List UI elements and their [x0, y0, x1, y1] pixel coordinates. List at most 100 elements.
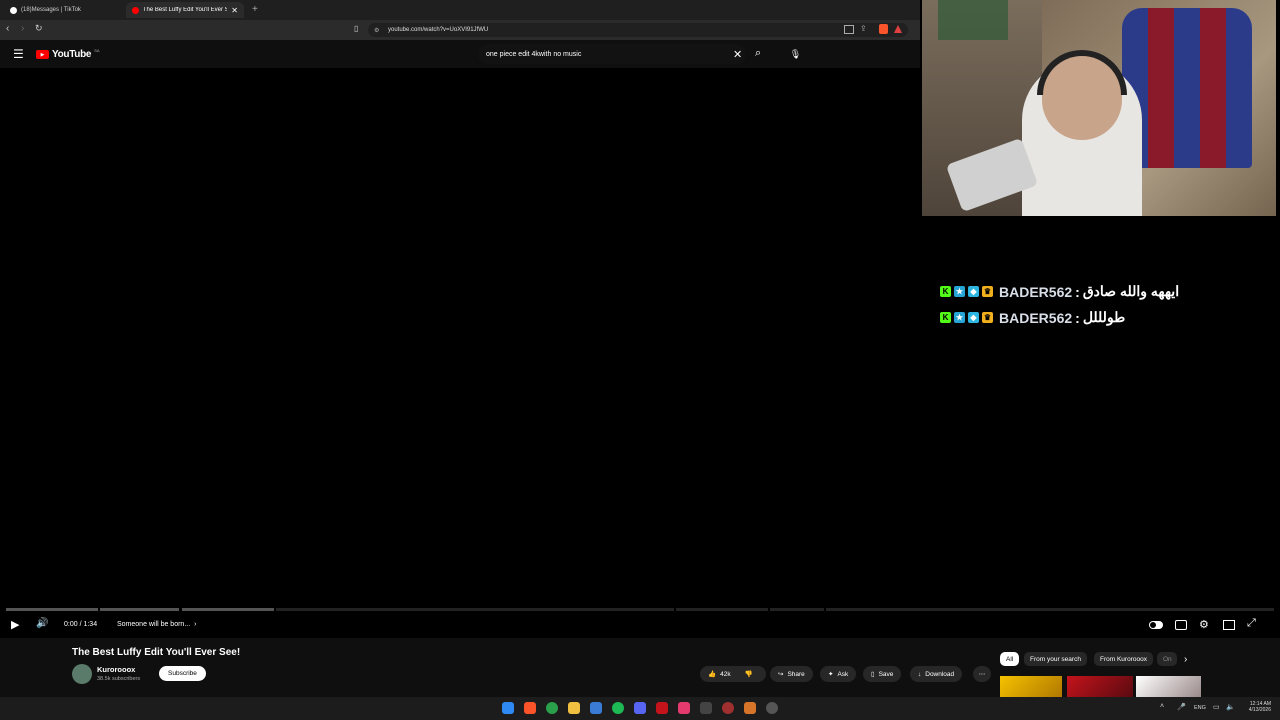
- app-icon[interactable]: [744, 702, 756, 714]
- chapter-segment[interactable]: [770, 608, 824, 611]
- search-input[interactable]: one piece edit 4kwith no music: [478, 44, 746, 64]
- clock[interactable]: 12:14 AM 4/13/2026: [1243, 701, 1271, 713]
- share-button[interactable]: ↪ Share: [770, 666, 813, 682]
- browser-tab-bar: (18)Messages | TikTok The Best Luffy Edi…: [0, 0, 920, 20]
- file-explorer-icon[interactable]: [568, 702, 580, 714]
- autoplay-toggle[interactable]: [1149, 621, 1163, 629]
- menu-icon[interactable]: ☰: [13, 48, 24, 60]
- theater-mode-icon[interactable]: [1223, 620, 1235, 630]
- save-label: Save: [878, 670, 894, 678]
- chapter-button[interactable]: Someone will be born... ›: [117, 621, 197, 628]
- ask-button[interactable]: ✦ Ask: [820, 666, 857, 682]
- app-icon[interactable]: [700, 702, 712, 714]
- brave-browser-icon[interactable]: [524, 702, 536, 714]
- chevron-right-icon[interactable]: ›: [1184, 654, 1187, 665]
- toggle-knob: [1150, 622, 1156, 628]
- chip-more[interactable]: On: [1157, 652, 1177, 666]
- app-icon[interactable]: [656, 702, 668, 714]
- video-title: The Best Luffy Edit You'll Ever See!: [72, 647, 241, 658]
- chat-line: K ★ ◆ ♛ BADER562 : طولللل: [940, 309, 1125, 326]
- thumbnail[interactable]: [1067, 676, 1133, 697]
- tiktok-icon: [10, 6, 17, 14]
- share-icon: ↪: [778, 671, 784, 678]
- media-player-icon[interactable]: [766, 702, 778, 714]
- brave-rewards-icon[interactable]: [894, 25, 902, 33]
- search-value: one piece edit 4kwith no music: [486, 50, 582, 58]
- address-bar-row: ‹ › ↻ ▯ ⚙ youtube.com/watch?v=UoXVI91JfW…: [0, 20, 920, 40]
- save-button[interactable]: ▯ Save: [863, 666, 902, 682]
- vip-badge-icon: ★: [954, 286, 965, 297]
- thumbnail[interactable]: [1136, 676, 1201, 697]
- chapter-segment[interactable]: [676, 608, 768, 611]
- windows-start-icon[interactable]: [502, 702, 514, 714]
- headphones: [1037, 50, 1127, 95]
- spotify-icon[interactable]: [612, 702, 624, 714]
- captions-icon[interactable]: [1175, 620, 1187, 630]
- back-icon[interactable]: ‹: [6, 23, 9, 34]
- youtube-favicon-icon: [132, 6, 139, 14]
- brave-shields-icon[interactable]: [879, 24, 888, 34]
- share-page-icon[interactable]: ⇪: [860, 24, 867, 33]
- clear-search-icon[interactable]: ✕: [733, 48, 742, 61]
- chapter-segment[interactable]: [182, 608, 274, 611]
- discord-icon[interactable]: [634, 702, 646, 714]
- reload-icon[interactable]: ↻: [35, 23, 43, 34]
- chip-from-your-search[interactable]: From your search: [1024, 652, 1087, 666]
- store-icon[interactable]: [590, 702, 602, 714]
- app-icon[interactable]: [722, 702, 734, 714]
- chevron-up-icon[interactable]: ˄: [1160, 703, 1164, 710]
- speaker-icon[interactable]: 🔈: [1226, 703, 1235, 711]
- settings-icon[interactable]: ⚙: [1199, 618, 1209, 631]
- network-icon[interactable]: ▭: [1213, 703, 1220, 711]
- chip-all[interactable]: All: [1000, 652, 1020, 666]
- pip-icon[interactable]: [844, 25, 854, 34]
- volume-icon[interactable]: 🔊: [36, 618, 48, 629]
- url-field[interactable]: ⚙ youtube.com/watch?v=UoXVI91JfWU: [368, 23, 908, 37]
- more-icon: ⋯: [978, 671, 986, 678]
- tab-tiktok[interactable]: (18)Messages | TikTok: [4, 2, 124, 18]
- chapter-segment[interactable]: [100, 608, 179, 611]
- thumbnail[interactable]: [1000, 676, 1062, 697]
- language-indicator[interactable]: ENG: [1194, 705, 1206, 711]
- chip-from-channel[interactable]: From Kurorooox: [1094, 652, 1153, 666]
- fullscreen-icon[interactable]: ⤢: [1247, 617, 1256, 630]
- tab-youtube[interactable]: The Best Luffy Edit You'll Ever Se ✕: [126, 2, 244, 18]
- bookmark-icon: ▯: [871, 671, 875, 678]
- chat-username: BADER562: [999, 309, 1073, 326]
- search-icon[interactable]: ⌕: [755, 47, 761, 60]
- chapter-segment[interactable]: [826, 608, 1274, 611]
- chat-separator: :: [1075, 283, 1080, 300]
- new-tab-icon[interactable]: +: [252, 4, 258, 15]
- chat-username: BADER562: [999, 283, 1073, 300]
- site-info-icon[interactable]: ⚙: [374, 27, 379, 34]
- chat-message: طولللل: [1082, 309, 1126, 325]
- like-icon[interactable]: 👍: [708, 670, 716, 678]
- youtube-logo[interactable]: ▶ YouTube SA: [36, 48, 100, 60]
- sparkle-icon: ✦: [828, 671, 834, 678]
- like-count[interactable]: 42k: [720, 671, 730, 678]
- avatar[interactable]: [72, 664, 92, 684]
- flag: [938, 0, 1008, 40]
- dislike-icon[interactable]: 👎: [745, 670, 753, 678]
- capcut-icon[interactable]: [678, 702, 690, 714]
- chat-line: K ★ ◆ ♛ BADER562 : ايههه والله صادق: [940, 283, 1179, 300]
- download-button[interactable]: ↓ Download: [910, 666, 963, 682]
- chapter-segment[interactable]: [276, 608, 674, 611]
- play-icon[interactable]: ▶: [11, 618, 19, 631]
- chat-separator: :: [1075, 309, 1080, 326]
- bookmark-icon[interactable]: ▯: [354, 24, 358, 33]
- crown-badge-icon: ♛: [982, 312, 993, 323]
- xbox-icon[interactable]: [546, 702, 558, 714]
- forward-icon[interactable]: ›: [21, 23, 24, 34]
- chapter-segment[interactable]: [6, 608, 98, 611]
- ask-label: Ask: [837, 670, 849, 678]
- close-tab-icon[interactable]: ✕: [231, 6, 238, 15]
- more-actions-button[interactable]: ⋯: [973, 666, 991, 682]
- gem-badge-icon: ◆: [968, 286, 979, 297]
- country-code: SA: [94, 48, 100, 53]
- microphone-icon[interactable]: 🎙: [790, 47, 801, 61]
- tab-label: (18)Messages | TikTok: [21, 7, 81, 13]
- subscribe-button[interactable]: Subscribe: [159, 666, 206, 681]
- microphone-tray-icon[interactable]: 🎤: [1177, 703, 1186, 711]
- channel-name[interactable]: Kurorooox: [97, 665, 135, 674]
